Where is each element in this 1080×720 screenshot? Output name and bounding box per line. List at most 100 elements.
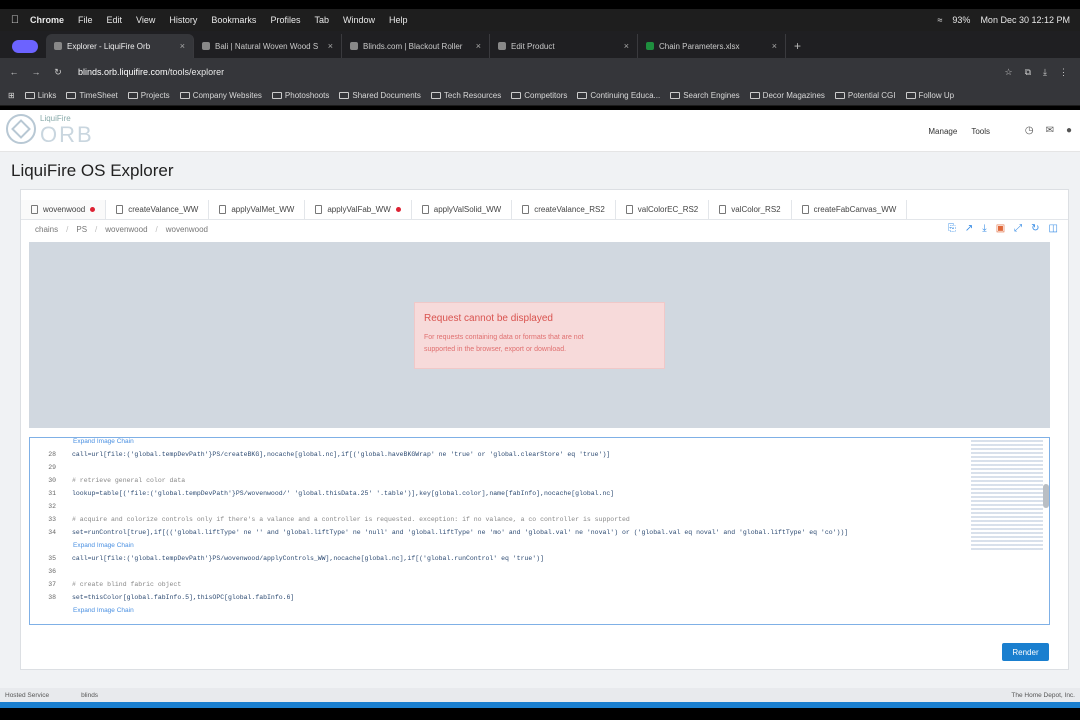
bookmark-shared-documents[interactable]: Shared Documents (339, 91, 421, 100)
bookmark-timesheet[interactable]: TimeSheet (66, 91, 118, 100)
bookmark-decor-magazines[interactable]: Decor Magazines (749, 91, 825, 100)
nav-tools[interactable]: Tools (971, 127, 990, 136)
profile-icon[interactable] (12, 40, 38, 53)
code-line[interactable]: 35 call=url[file:('global.tempDevPath'}PS… (30, 552, 544, 564)
file-tab-valcolor-rs2[interactable]: valColor_RS2 (709, 200, 792, 219)
back-icon[interactable]: ← (6, 67, 22, 77)
close-icon[interactable]: × (328, 41, 333, 51)
url-host: blinds.orb.liquifire.com (78, 67, 168, 77)
expand-image-chain-link[interactable]: Expand Image Chain (73, 607, 134, 614)
open-external-icon[interactable]: ↗ (965, 223, 973, 234)
code-line[interactable]: 34 set=runControl[true],if[(('global.lift… (30, 526, 848, 538)
apps-icon[interactable]: ⊞ (8, 91, 15, 100)
forward-icon[interactable]: → (28, 67, 44, 77)
file-tab-createvalance-rs2[interactable]: createValance_RS2 (512, 200, 616, 219)
apple-icon[interactable]:  (0, 14, 30, 26)
file-tab-createfabcanvas-ww[interactable]: createFabCanvas_WW (792, 200, 908, 219)
reload-icon[interactable]: ↻ (50, 67, 66, 78)
code-line[interactable]: 30 # retrieve general color data (30, 474, 185, 486)
editor-scrollbar[interactable] (1043, 484, 1049, 508)
bookmark-label: Continuing Educa... (590, 91, 661, 100)
menu-help[interactable]: Help (389, 15, 408, 25)
image-icon[interactable]: ▣ (996, 223, 1005, 234)
bookmark-links[interactable]: Links (24, 91, 56, 100)
close-icon[interactable]: × (180, 41, 185, 51)
crumb-ps[interactable]: PS (76, 225, 87, 234)
menu-icon[interactable]: ⋮ (1059, 67, 1068, 78)
url-field[interactable]: blinds.orb.liquifire.com/tools/explorer (78, 67, 224, 77)
bookmark-competitors[interactable]: Competitors (511, 91, 567, 100)
close-icon[interactable]: × (476, 41, 481, 51)
render-button[interactable]: Render (1002, 643, 1049, 661)
bookmark-potential-cgi[interactable]: Potential CGI (834, 91, 896, 100)
extensions-icon[interactable]: ⧉ (1025, 67, 1031, 78)
copy-icon[interactable]: ⎘ (948, 223, 956, 234)
menu-window[interactable]: Window (343, 15, 375, 25)
bookmark-company-websites[interactable]: Company Websites (179, 91, 262, 100)
code-line[interactable]: 28 call=url[file:('global.tempDevPath'}PS… (30, 448, 610, 460)
menu-bookmarks[interactable]: Bookmarks (211, 15, 256, 25)
tab-bali[interactable]: Bali | Natural Woven Wood S × (194, 34, 342, 58)
file-tab-label: applyValMet_WW (231, 205, 295, 214)
datetime[interactable]: Mon Dec 30 12:12 PM (980, 15, 1070, 25)
line-number: 34 (48, 528, 56, 536)
user-icon[interactable]: ● (1066, 125, 1072, 136)
tab-edit-product[interactable]: Edit Product × (490, 34, 638, 58)
menu-view[interactable]: View (136, 15, 155, 25)
tab-blinds[interactable]: Blinds.com | Blackout Roller × (342, 34, 490, 58)
code-line[interactable]: 36 (30, 565, 72, 577)
file-tab-valcolorec-rs2[interactable]: valColorEC_RS2 (616, 200, 710, 219)
bookmark-tech-resources[interactable]: Tech Resources (430, 91, 501, 100)
code-line[interactable]: 32 (30, 500, 72, 512)
line-number: 35 (48, 554, 56, 562)
file-tab-applyvalsolid-ww[interactable]: applyValSolid_WW (412, 200, 513, 219)
menu-edit[interactable]: Edit (107, 15, 123, 25)
crumb-wovenwood-folder[interactable]: wovenwood (105, 225, 147, 234)
wifi-icon[interactable]: ≈ (937, 15, 942, 25)
menu-profiles[interactable]: Profiles (270, 15, 300, 25)
unsaved-dot-icon (90, 207, 96, 212)
code-line[interactable]: 31 lookup=table[('file:('global.tempDevPa… (30, 487, 614, 499)
line-number: 32 (48, 502, 56, 510)
nav-manage[interactable]: Manage (928, 127, 957, 136)
code-editor[interactable]: Expand Image Chain 28 call=url[file:('glo… (29, 437, 1050, 625)
bookmark-label: Potential CGI (847, 91, 896, 100)
download-icon[interactable]: ⤓ (1043, 67, 1047, 78)
download-icon[interactable]: ⤓ (982, 223, 986, 234)
crumb-chains[interactable]: chains (35, 225, 58, 234)
code-line[interactable]: 37 # create blind fabric object (30, 578, 181, 590)
file-tab-applyvalfab-ww[interactable]: applyValFab_WW (305, 200, 412, 219)
menu-file[interactable]: File (78, 15, 93, 25)
bookmark-follow-up[interactable]: Follow Up (905, 91, 954, 100)
code-line[interactable]: 38 set=thisColor[global.fabInfo.5],thisOP… (30, 591, 294, 603)
tab-explorer[interactable]: Explorer - LiquiFire Orb × (46, 34, 194, 58)
code-line[interactable]: 33 # acquire and colorize controls only i… (30, 513, 630, 525)
bookmark-photoshoots[interactable]: Photoshoots (271, 91, 330, 100)
editor-minimap[interactable] (971, 440, 1043, 550)
menu-tab[interactable]: Tab (314, 15, 329, 25)
split-view-icon[interactable]: ◫ (1049, 223, 1058, 234)
header-icons: ◷ ✉ ● (1025, 125, 1072, 136)
expand-image-chain-link[interactable]: Expand Image Chain (73, 438, 134, 445)
bookmark-search-engines[interactable]: Search Engines (670, 91, 740, 100)
bookmark-projects[interactable]: Projects (127, 91, 170, 100)
menu-chrome[interactable]: Chrome (30, 15, 64, 25)
file-tab-wovenwood[interactable]: wovenwood (21, 200, 107, 219)
menu-history[interactable]: History (169, 15, 197, 25)
code-line[interactable]: 29 (30, 461, 72, 473)
mail-icon[interactable]: ✉ (1046, 125, 1054, 136)
star-icon[interactable]: ☆ (1005, 67, 1013, 78)
bookmark-label: Photoshoots (284, 91, 330, 100)
history-icon[interactable]: ◷ (1025, 125, 1034, 136)
expand-image-chain-link[interactable]: Expand Image Chain (73, 542, 134, 549)
refresh-icon[interactable]: ↻ (1031, 223, 1039, 234)
file-tab-applyvalmet-ww[interactable]: applyValMet_WW (209, 200, 306, 219)
expand-icon[interactable]: ⤢ (1014, 223, 1022, 234)
file-tab-createvalance-ww[interactable]: createValance_WW (106, 200, 210, 219)
tab-chain-parameters[interactable]: Chain Parameters.xlsx × (638, 34, 786, 58)
new-tab-icon[interactable]: + (794, 39, 801, 53)
bookmark-continuing-education[interactable]: Continuing Educa... (577, 91, 660, 100)
explorer-panel: wovenwood createValance_WW applyValMet_W… (20, 189, 1069, 670)
close-icon[interactable]: × (624, 41, 629, 51)
close-icon[interactable]: × (772, 41, 777, 51)
